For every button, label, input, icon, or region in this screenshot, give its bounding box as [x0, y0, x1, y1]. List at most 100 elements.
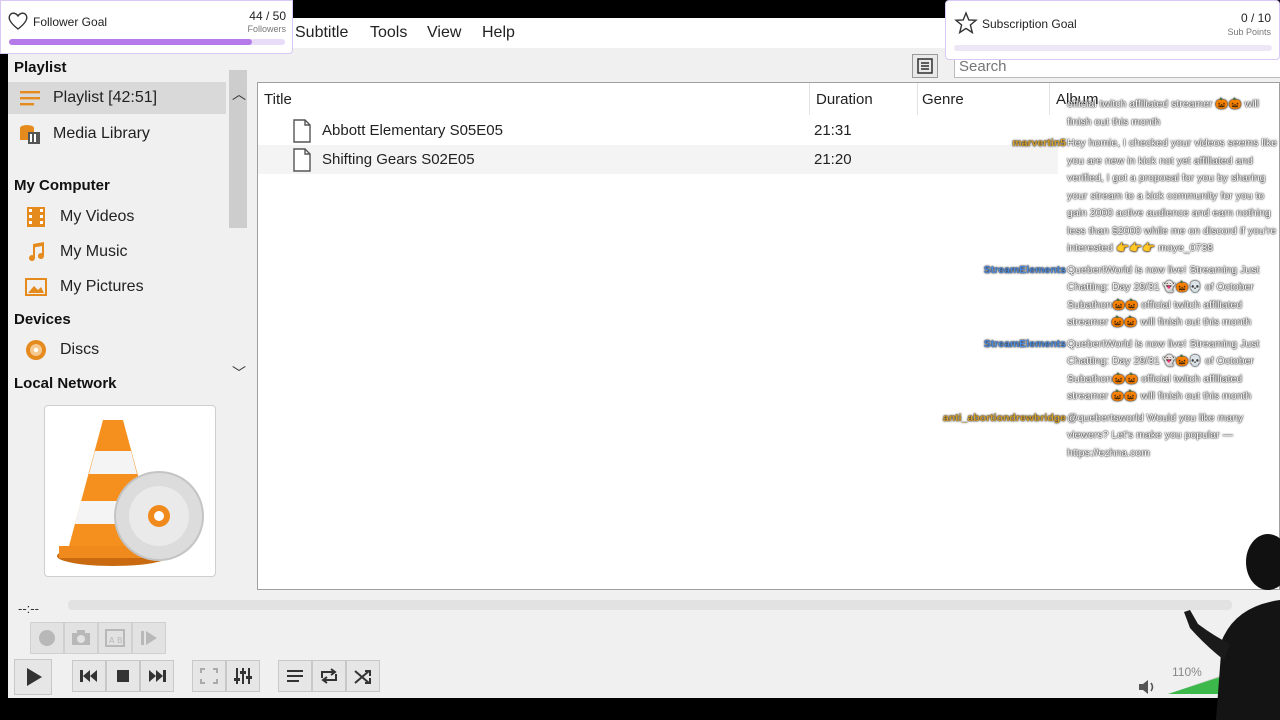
- chat-username: marvertin5: [1012, 137, 1066, 149]
- sidebar: Playlist Playlist [42:51] Media Library …: [8, 52, 250, 404]
- subscription-goal-track: [954, 45, 1272, 51]
- menu-tools[interactable]: Tools: [370, 24, 407, 42]
- subscription-goal-title: Subscription Goal: [982, 17, 1077, 31]
- stop-button[interactable]: [106, 660, 140, 692]
- fullscreen-button[interactable]: [192, 660, 226, 692]
- disc-icon: [26, 340, 46, 360]
- frame-step-icon: [141, 631, 157, 645]
- subscription-goal-count: 0 / 10: [1240, 11, 1271, 25]
- menu-subtitle[interactable]: Subtitle: [295, 24, 348, 42]
- heart-icon: [8, 12, 28, 30]
- chat-message: StreamElements QuebertWorld is now live!…: [930, 262, 1280, 332]
- record-button[interactable]: [30, 622, 64, 654]
- sidebar-item-my-pictures[interactable]: My Pictures: [8, 271, 226, 303]
- column-separator[interactable]: [809, 83, 810, 115]
- row-title: Abbott Elementary S05E05: [322, 122, 503, 139]
- vlc-cone-icon: [57, 420, 204, 566]
- elapsed-time: --:--: [18, 601, 39, 616]
- speaker-icon[interactable]: [1136, 677, 1160, 697]
- shuffle-button[interactable]: [346, 660, 380, 692]
- next-button[interactable]: [140, 660, 174, 692]
- equalizer-icon: [234, 668, 252, 684]
- sidebar-item-label: My Pictures: [60, 278, 144, 295]
- picture-icon: [25, 278, 47, 296]
- stop-icon: [117, 670, 129, 682]
- chat-message-text: official twitch affiliated streamer 🎃🎃 w…: [1067, 98, 1260, 128]
- sidebar-item-label: My Videos: [60, 208, 135, 225]
- skip-previous-icon: [80, 670, 97, 682]
- frame-step-button[interactable]: [132, 622, 166, 654]
- sidebar-item-media-library[interactable]: Media Library: [8, 118, 226, 150]
- sidebar-heading-playlist: Playlist: [14, 59, 67, 76]
- loop-ab-icon: A B: [105, 629, 125, 647]
- chat-message: anti_abortiondrewbridge @quebertsworld W…: [930, 410, 1280, 463]
- fullscreen-icon: [200, 668, 218, 684]
- chat-message: official twitch affiliated streamer 🎃🎃 w…: [930, 96, 1280, 131]
- album-art: [44, 405, 216, 577]
- chat-message-text: QuebertWorld is now live! Streaming Just…: [1067, 337, 1260, 403]
- playlist-icon: [20, 91, 40, 106]
- row-duration: 21:31: [814, 122, 852, 139]
- sidebar-item-playlist[interactable]: Playlist [42:51]: [8, 82, 226, 114]
- film-icon: [27, 207, 45, 227]
- seek-slider[interactable]: [68, 600, 1232, 610]
- follower-goal-title: Follower Goal: [33, 15, 108, 29]
- play-button[interactable]: [14, 659, 52, 695]
- column-header-duration[interactable]: Duration: [816, 91, 873, 108]
- follower-goal-unit: Followers: [247, 24, 286, 34]
- file-icon: [293, 148, 311, 172]
- menu-help[interactable]: Help: [482, 24, 515, 42]
- chat-username: anti_abortiondrewbridge: [942, 411, 1066, 424]
- follower-goal-progress: [9, 39, 252, 45]
- sidebar-item-label: My Music: [60, 243, 128, 260]
- snapshot-button[interactable]: [64, 622, 98, 654]
- column-header-title[interactable]: Title: [264, 91, 292, 108]
- chat-message: marvertin5 Hey homie, I checked your vid…: [930, 135, 1280, 258]
- loop-ab-button[interactable]: A B: [98, 622, 132, 654]
- follower-goal-count: 44 / 50: [249, 9, 286, 23]
- scroll-up-icon[interactable]: ︿: [232, 84, 246, 104]
- svg-text:A B: A B: [109, 636, 123, 645]
- extended-settings-button[interactable]: [226, 660, 260, 692]
- sidebar-heading-devices: Devices: [14, 311, 71, 328]
- star-icon: [954, 11, 978, 35]
- play-icon: [27, 668, 42, 686]
- row-duration: 21:20: [814, 151, 852, 168]
- chat-message-text: QuebertWorld is now live! Streaming Just…: [1067, 263, 1260, 329]
- skip-next-icon: [149, 670, 166, 682]
- scroll-down-icon[interactable]: ﹀: [232, 363, 246, 383]
- chat-message-text: @quebertsworld Would you like many viewe…: [1067, 411, 1244, 459]
- playlist-toggle-icon: [287, 670, 303, 682]
- loop-button[interactable]: [312, 660, 346, 692]
- list-view-icon: [917, 58, 933, 74]
- shuffle-icon: [354, 670, 371, 684]
- media-library-icon: [20, 125, 40, 144]
- webcam-person: [1184, 534, 1280, 720]
- chat-overlay: official twitch affiliated streamer 🎃🎃 w…: [930, 96, 1280, 466]
- sidebar-item-discs[interactable]: Discs: [8, 334, 226, 366]
- chat-message-text: Hey homie, I checked your videos seems l…: [1067, 137, 1278, 254]
- follower-goal-widget: Follower Goal 44 / 50 Followers: [0, 0, 293, 54]
- record-icon: [39, 630, 55, 646]
- column-separator[interactable]: [917, 83, 918, 115]
- sidebar-item-label: Playlist [42:51]: [53, 89, 158, 106]
- row-title: Shifting Gears S02E05: [322, 151, 475, 168]
- sidebar-item-my-videos[interactable]: My Videos: [8, 201, 226, 233]
- sidebar-heading-my-computer: My Computer: [14, 177, 110, 194]
- chat-username: StreamElements: [983, 263, 1066, 276]
- sidebar-item-my-music[interactable]: My Music: [8, 236, 226, 268]
- menu-view[interactable]: View: [427, 24, 461, 42]
- playlist-view-toggle-button[interactable]: [912, 54, 938, 78]
- chat-message: StreamElements QuebertWorld is now live!…: [930, 336, 1280, 406]
- subscription-goal-unit: Sub Points: [1227, 27, 1271, 37]
- camera-icon: [72, 630, 90, 645]
- sidebar-item-label: Media Library: [53, 125, 150, 142]
- subscription-goal-widget: Subscription Goal 0 / 10 Sub Points: [945, 0, 1280, 60]
- sidebar-item-label: Discs: [60, 341, 100, 358]
- sidebar-heading-local-network: Local Network: [14, 375, 117, 392]
- chat-username: StreamElements: [983, 337, 1066, 350]
- loop-icon: [321, 668, 337, 684]
- music-note-icon: [29, 242, 45, 262]
- previous-button[interactable]: [72, 660, 106, 692]
- toggle-playlist-button[interactable]: [278, 660, 312, 692]
